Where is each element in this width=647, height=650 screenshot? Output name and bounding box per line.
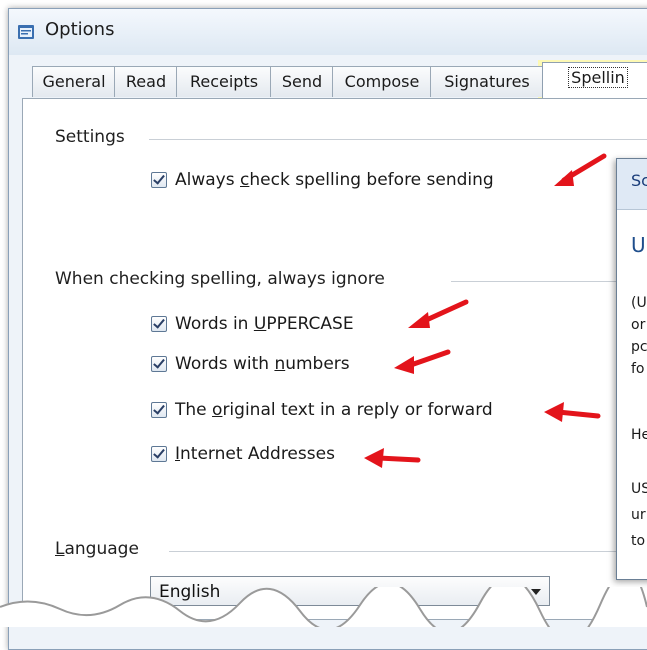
tab-general[interactable]: General bbox=[32, 66, 116, 97]
tab-receipts[interactable]: Receipts bbox=[176, 66, 272, 97]
checkbox-label: Internet Addresses bbox=[175, 444, 335, 464]
language-heading: Language bbox=[55, 539, 139, 559]
tab-send[interactable]: Send bbox=[270, 66, 334, 97]
popup-line: fo bbox=[631, 361, 645, 377]
title-bar: Options bbox=[9, 9, 647, 55]
popup-line: to bbox=[631, 533, 646, 549]
popup-line: ur bbox=[631, 507, 646, 523]
checkbox-checked[interactable] bbox=[151, 316, 167, 332]
popup-line: or bbox=[631, 317, 646, 333]
window-title: Options bbox=[45, 19, 115, 40]
red-annotation-arrow bbox=[408, 299, 469, 328]
popup-header-text: Sc bbox=[631, 171, 647, 190]
popup-title: U bbox=[631, 233, 646, 257]
checkbox-label: Words with numbers bbox=[175, 354, 350, 374]
red-annotation-arrow bbox=[544, 402, 601, 422]
tab-signatures[interactable]: Signatures bbox=[430, 66, 544, 97]
red-annotation-arrow bbox=[554, 153, 607, 186]
checkbox-label: The original text in a reply or forward bbox=[175, 400, 493, 420]
popup-line: US bbox=[631, 481, 647, 497]
ignore-internet-addresses-checkbox[interactable]: Internet Addresses bbox=[151, 443, 335, 465]
ignore-original-text-checkbox[interactable]: The original text in a reply or forward bbox=[151, 399, 493, 421]
tab-label: Read bbox=[125, 72, 167, 91]
tab-read[interactable]: Read bbox=[114, 66, 178, 97]
popup-header: Sc bbox=[617, 159, 647, 210]
tab-compose[interactable]: Compose bbox=[332, 66, 432, 97]
tab-label: Spellin bbox=[568, 67, 628, 88]
tab-label: Compose bbox=[344, 72, 420, 91]
tab-strip: General Read Receipts Send Compose Signa… bbox=[22, 62, 647, 100]
always-check-spelling-checkbox[interactable]: Always check spelling before sending bbox=[151, 169, 494, 191]
tab-label: General bbox=[42, 72, 106, 91]
red-annotation-arrow bbox=[364, 448, 421, 468]
options-window-icon bbox=[18, 25, 34, 39]
red-annotation-arrow bbox=[394, 349, 451, 374]
tab-spelling[interactable]: Spellin bbox=[542, 62, 647, 99]
tab-label: Send bbox=[281, 72, 323, 91]
popup-line: (U bbox=[631, 295, 647, 311]
checkbox-label: Words in UPPERCASE bbox=[175, 314, 354, 334]
ignore-numbers-checkbox[interactable]: Words with numbers bbox=[151, 353, 350, 375]
torn-edge bbox=[0, 587, 647, 627]
settings-divider bbox=[149, 139, 647, 140]
ignore-heading: When checking spelling, always ignore bbox=[55, 269, 385, 289]
tab-label: Receipts bbox=[189, 72, 259, 91]
ignore-uppercase-checkbox[interactable]: Words in UPPERCASE bbox=[151, 313, 354, 335]
checkbox-label: Always check spelling before sending bbox=[175, 170, 494, 190]
popup-line: He bbox=[631, 427, 647, 443]
checkbox-checked[interactable] bbox=[151, 402, 167, 418]
checkbox-checked[interactable] bbox=[151, 446, 167, 462]
checkbox-checked[interactable] bbox=[151, 356, 167, 372]
help-popup: Sc U (U or pc fo He US ur to bbox=[616, 158, 647, 580]
tab-label: Signatures bbox=[444, 72, 530, 91]
language-divider bbox=[169, 551, 647, 552]
popup-line: pc bbox=[631, 339, 647, 355]
checkbox-checked[interactable] bbox=[151, 172, 167, 188]
settings-heading: Settings bbox=[55, 127, 125, 147]
